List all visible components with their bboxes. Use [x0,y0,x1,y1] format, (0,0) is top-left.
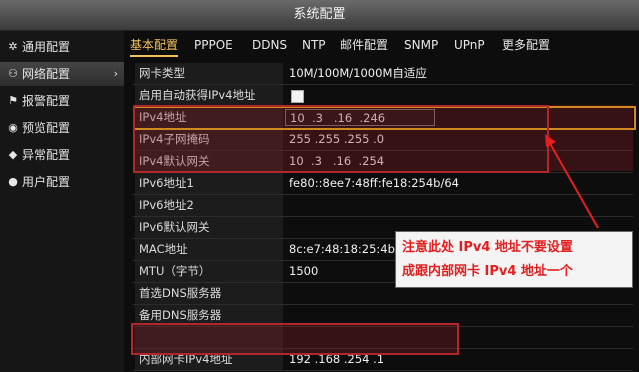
ipv4-settings-highlight [133,105,549,173]
tab-upnp[interactable]: UPnP [454,35,485,55]
tab-email[interactable]: 邮件配置 [340,35,388,55]
eye-icon: ◉ [8,121,18,134]
row-dhcp: 启用自动获得IPv4地址 [133,85,633,107]
nic-type-select[interactable]: 10M/100M/1000M自适应 [283,63,633,84]
sidebar: ✲ 通用配置 ⚇ 网络配置 › ⚑ 报警配置 ◉ 预览配置 ◆ 异常配置 ● 用… [0,31,124,372]
tab-snmp[interactable]: SNMP [404,35,438,55]
tab-ntp[interactable]: NTP [302,35,326,55]
row-ipv6-address1: IPv6地址1 fe80::8ee7:48ff:fe18:254b/64 [133,173,633,195]
alarm-icon: ⚑ [8,94,18,107]
tab-pppoe[interactable]: PPPOE [194,35,233,55]
sidebar-item-general[interactable]: ✲ 通用配置 [0,35,124,59]
exception-icon: ◆ [8,148,18,161]
row-nic-type: 网卡类型 10M/100M/1000M自适应 [133,63,633,85]
ipv6-address2-value [283,195,633,216]
sidebar-item-preview[interactable]: ◉ 预览配置 [0,116,124,140]
tab-more[interactable]: 更多配置 [502,35,550,55]
network-icon: ⚇ [8,67,18,80]
ipv6-address1-value: fe80::8ee7:48ff:fe18:254b/64 [289,176,459,190]
sidebar-item-exception[interactable]: ◆ 异常配置 [0,143,124,167]
internal-nic-highlight [131,323,459,355]
sidebar-item-user[interactable]: ● 用户配置 [0,170,124,194]
row-ipv6-address2: IPv6地址2 [133,195,633,217]
annotation-line-1: 注意此处 IPv4 地址不要设置 [402,240,573,255]
annotation-line-2: 成跟内部网卡 IPv4 地址一个 [402,264,573,279]
annotation-note: 注意此处 IPv4 地址不要设置 成跟内部网卡 IPv4 地址一个 [395,231,633,288]
window-title: 系统配置 [0,0,639,31]
tab-bar: 基本配置 PPPOE DDNS NTP 邮件配置 SNMP UPnP 更多配置 [128,35,639,57]
sidebar-item-network[interactable]: ⚇ 网络配置 › [0,62,124,86]
tab-ddns[interactable]: DDNS [252,35,287,55]
chevron-right-icon: › [113,67,118,80]
gear-icon: ✲ [8,40,18,53]
sidebar-item-alarm[interactable]: ⚑ 报警配置 [0,89,124,113]
tab-basic[interactable]: 基本配置 [130,35,179,57]
user-icon: ● [8,175,18,188]
dhcp-checkbox[interactable] [291,90,304,103]
